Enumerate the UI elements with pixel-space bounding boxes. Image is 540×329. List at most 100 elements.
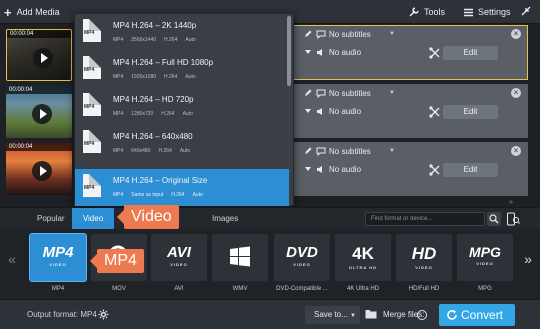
preset-bitrate: Auto [179, 148, 191, 154]
preset-item[interactable]: MP4 MP4 H.264 – 2K 1440p MP4 2560x1440 H… [75, 14, 289, 47]
format-logo-sub: ULTRA HD [349, 265, 377, 270]
audio-row[interactable]: No audio [303, 104, 389, 118]
preset-title: MP4 H.264 – HD 720p [113, 95, 194, 104]
scissors-icon[interactable] [429, 106, 441, 118]
format-tile-dvd[interactable]: DVD VIDEO [274, 234, 330, 281]
play-icon[interactable] [32, 161, 52, 181]
preset-codec: H.264 [164, 37, 178, 43]
scroll-right-icon[interactable]: » [522, 245, 534, 273]
format-search-input[interactable]: Find format or device... [365, 212, 485, 226]
preset-details: MP4 1920x1080 H.264 Auto [113, 74, 196, 80]
preset-dropdown: MP4 MP4 H.264 – 2K 1440p MP4 2560x1440 H… [74, 13, 294, 206]
close-icon[interactable]: × [511, 29, 521, 39]
plus-icon: + [4, 4, 12, 20]
expand-chevron-icon[interactable]: » [509, 199, 513, 206]
video-thumbnail[interactable]: 00:00:04 [6, 143, 72, 195]
format-logo-sub: VIDEO [476, 261, 494, 266]
preset-format: MP4 [113, 74, 124, 80]
speaker-icon [317, 48, 322, 56]
chevron-down-icon[interactable] [303, 107, 313, 115]
play-icon[interactable] [32, 104, 52, 124]
play-icon[interactable] [33, 48, 53, 68]
file-icon-label: MP4 [84, 67, 95, 73]
tab-video[interactable]: Video [72, 208, 114, 229]
folder-icon[interactable] [365, 309, 377, 319]
chevron-down-icon[interactable] [303, 165, 313, 173]
preset-item[interactable]: MP4 MP4 H.264 – HD 720p MP4 1280x720 H.2… [75, 88, 289, 121]
gear-icon[interactable] [98, 309, 109, 320]
chevron-down-icon[interactable]: ▼ [389, 90, 395, 96]
dvd-logo-icon: DVD VIDEO [274, 244, 330, 267]
subtitles-select[interactable]: No subtitles [329, 30, 389, 39]
close-icon[interactable]: × [511, 88, 521, 98]
tools-button[interactable]: Tools [409, 4, 445, 20]
audio-row[interactable]: No audio [303, 45, 389, 59]
4k-logo-icon: 4K ULTRA HD [335, 244, 391, 270]
add-media-button[interactable]: + Add Media [4, 4, 60, 20]
subtitles-select[interactable]: No subtitles [329, 89, 389, 98]
pencil-icon[interactable] [303, 89, 313, 97]
chevron-down-icon[interactable] [303, 48, 313, 56]
chevron-down-icon[interactable]: ▼ [389, 31, 395, 37]
preset-resolution: 1920x1080 [131, 74, 157, 80]
search-button[interactable] [487, 212, 501, 226]
audio-row[interactable]: No audio [303, 162, 389, 176]
file-icon: MP4 [83, 174, 101, 197]
preset-codec: H.264 [161, 111, 175, 117]
audio-select[interactable]: No audio [329, 48, 389, 57]
scroll-left-icon[interactable]: « [6, 245, 18, 273]
audio-select[interactable]: No audio [329, 107, 389, 116]
format-tile-hd[interactable]: HD VIDEO [396, 234, 452, 281]
edit-button[interactable]: Edit [443, 163, 498, 177]
preset-title: MP4 H.264 – Original Size [113, 176, 208, 185]
tools-label: Tools [424, 7, 446, 17]
edit-button[interactable]: Edit [443, 105, 498, 119]
merge-files-toggle[interactable] [417, 310, 427, 320]
preset-item[interactable]: MP4 MP4 H.264 – Full HD 1080p MP4 1920x1… [75, 51, 289, 84]
tab-popular[interactable]: Popular [37, 208, 65, 229]
close-icon[interactable]: × [511, 146, 521, 156]
device-detect-icon[interactable] [506, 211, 520, 227]
convert-button[interactable]: Convert [439, 304, 515, 326]
audio-select[interactable]: No audio [329, 165, 389, 174]
thumbnail-bar: 00:00:04 [6, 143, 72, 151]
preset-resolution: 1280x720 [131, 111, 154, 117]
preset-item-selected[interactable]: MP4 MP4 H.264 – Original Size MP4 Same a… [75, 169, 289, 206]
format-label: HD/Full HD [408, 286, 440, 292]
format-label: DVD-Compatible ... [276, 286, 328, 292]
edit-button[interactable]: Edit [443, 46, 498, 60]
chevron-down-icon[interactable]: ▼ [389, 148, 395, 154]
format-tile-avi[interactable]: AVI VIDEO [151, 234, 207, 281]
collapse-button[interactable] [521, 3, 531, 19]
subtitles-row[interactable]: No subtitles ▼ [303, 86, 395, 100]
pencil-icon[interactable] [303, 30, 313, 38]
video-thumbnail[interactable]: 00:00:04 [6, 29, 72, 81]
preset-resolution: 640x480 [131, 148, 151, 154]
save-to-dropdown[interactable]: Save to... ▼ [305, 306, 360, 324]
scissors-icon[interactable] [429, 47, 441, 59]
subtitles-row[interactable]: No subtitles ▼ [303, 27, 395, 41]
tab-images[interactable]: Images [212, 208, 238, 229]
format-tile-mp4[interactable]: MP4 VIDEO [29, 233, 87, 282]
file-icon: MP4 [83, 56, 101, 79]
preset-resolution: 2560x1440 [131, 37, 157, 43]
bottom-bar: Output format: MP4 Save to... ▼ Merge fi… [0, 299, 540, 329]
settings-button[interactable]: Settings [464, 4, 511, 20]
preset-item[interactable]: MP4 MP4 H.264 – 640x480 MP4 640x480 H.26… [75, 125, 289, 158]
output-format-label: Output format: MP4 [27, 310, 97, 319]
format-logo: 4K [352, 244, 374, 263]
format-tile-mpg[interactable]: MPG VIDEO [457, 234, 513, 281]
file-icon: MP4 [83, 130, 101, 153]
search-icon [489, 214, 499, 224]
subtitles-row[interactable]: No subtitles ▼ [303, 144, 395, 158]
format-tile-4k[interactable]: 4K ULTRA HD [335, 234, 391, 281]
preset-codec: H.264 [158, 148, 172, 154]
subtitles-select[interactable]: No subtitles [329, 147, 389, 156]
video-thumbnail[interactable]: 00:00:04 [6, 86, 72, 138]
format-tile-wmv[interactable] [212, 234, 268, 281]
convert-icon [447, 310, 457, 320]
thumbnail-bar: 00:00:04 [6, 86, 72, 94]
pencil-icon[interactable] [303, 147, 313, 155]
format-logo: HD [411, 244, 437, 263]
scissors-icon[interactable] [429, 164, 441, 176]
